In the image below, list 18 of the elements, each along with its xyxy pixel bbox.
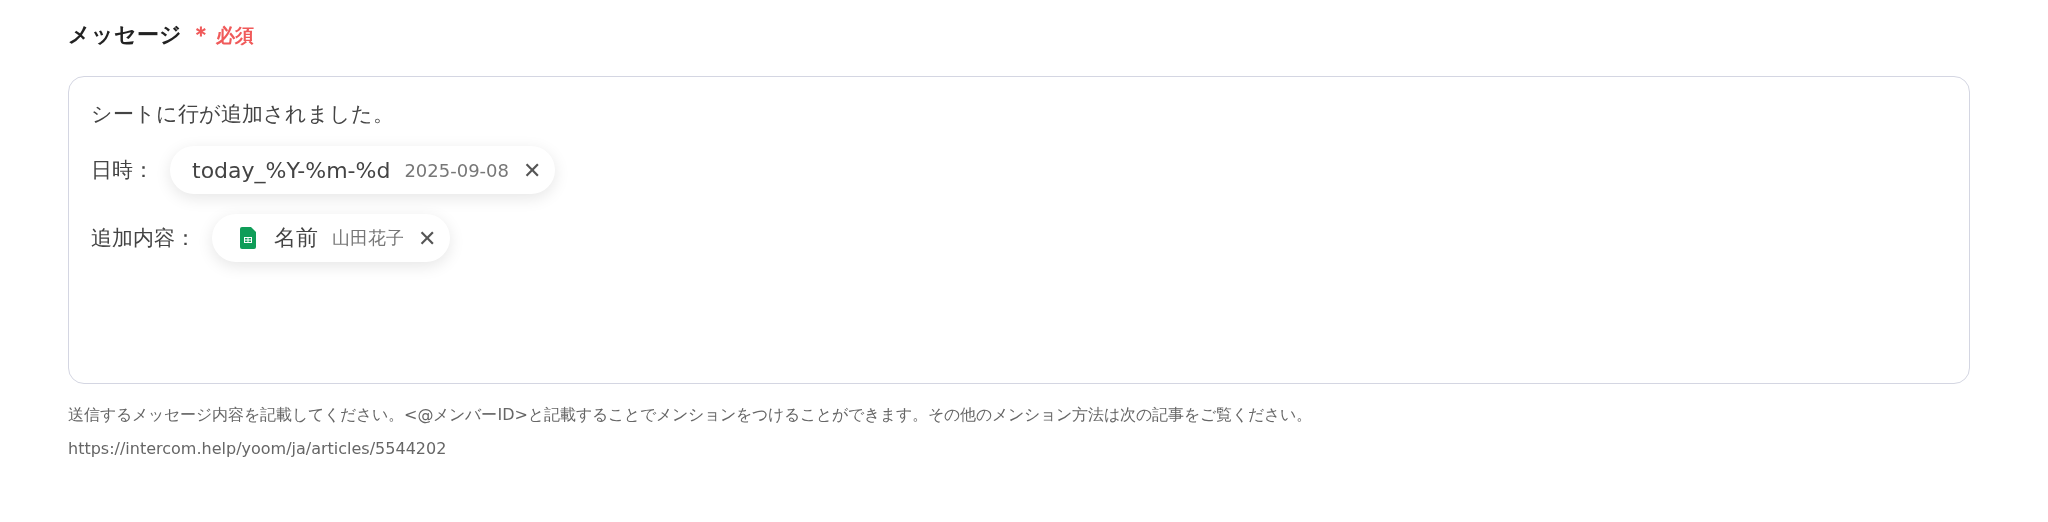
close-icon[interactable]: ✕ — [418, 225, 437, 251]
field-label: メッセージ — [68, 21, 182, 49]
message-text: シートに行が追加されました。 — [91, 101, 394, 128]
variable-chip[interactable]: today_%Y-%m-%d 2025-09-08 ✕ — [170, 146, 556, 194]
chip-name: today_%Y-%m-%d — [192, 157, 391, 183]
message-field[interactable]: シートに行が追加されました。 日時： today_%Y-%m-%d 2025-09-08 ✕ 追加内容： 名前 山田花子 ✕ — [68, 76, 1970, 384]
message-text: 追加内容： — [91, 225, 196, 252]
help-link[interactable]: https://intercom.help/yoom/ja/articles/5544202 — [68, 432, 447, 466]
required-tag: 必須 — [216, 23, 254, 49]
spreadsheet-icon — [240, 227, 256, 249]
close-icon[interactable]: ✕ — [523, 157, 542, 183]
variable-chip[interactable]: 名前 山田花子 ✕ — [212, 214, 451, 262]
chip-value: 2025-09-08 — [404, 159, 509, 181]
help-text: 送信するメッセージ内容を記載してください。<@メンバーID>と記載することでメンションをつけることができます。その他のメンション方法は次の記事をご覧ください。 — [68, 404, 1312, 426]
message-text: 日時： — [91, 157, 154, 184]
chip-name: 名前 — [274, 224, 318, 252]
chip-value: 山田花子 — [332, 226, 404, 250]
required-asterisk: ＊ — [190, 21, 212, 49]
